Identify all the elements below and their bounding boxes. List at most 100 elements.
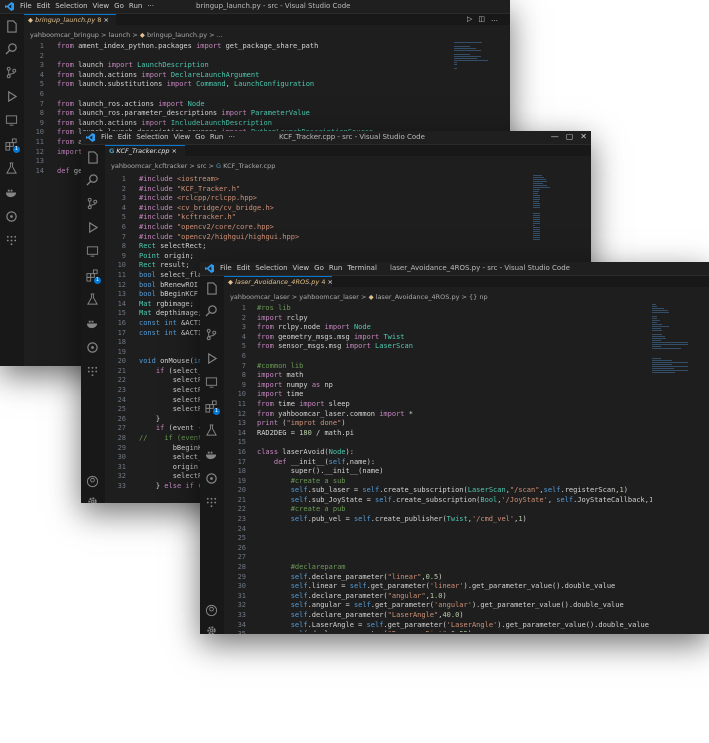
problems-count: 4 xyxy=(321,278,326,286)
search-icon[interactable] xyxy=(205,304,218,317)
breadcrumb-item[interactable]: launch xyxy=(109,31,131,39)
minimap-line xyxy=(652,372,675,373)
account-icon[interactable] xyxy=(86,475,99,488)
docker-icon[interactable] xyxy=(205,448,218,461)
menu-view[interactable]: View xyxy=(293,264,310,272)
menu-view[interactable]: View xyxy=(174,133,191,141)
remote-explorer-icon[interactable] xyxy=(5,114,18,127)
menu-selection[interactable]: Selection xyxy=(255,264,287,272)
vscode-window-laser-avoidance[interactable]: File Edit Selection View Go Run Terminal… xyxy=(200,262,709,634)
ros-icon[interactable] xyxy=(5,210,18,223)
testing-icon[interactable] xyxy=(205,424,218,437)
tab-laser-avoidance[interactable]: ◆ laser_Avoidance_4ROS.py 4 × xyxy=(224,276,333,287)
menu-file[interactable]: File xyxy=(20,2,32,10)
breadcrumb-item[interactable]: yahboomcar_laser xyxy=(299,293,359,301)
menu-run[interactable]: Run xyxy=(129,2,142,10)
close-window-icon[interactable]: ✕ xyxy=(580,132,587,141)
menu-selection[interactable]: Selection xyxy=(55,2,87,10)
docker-icon[interactable] xyxy=(86,317,99,330)
remote-explorer-icon[interactable] xyxy=(205,376,218,389)
tab-bringup-launch[interactable]: ◆ bringup_launch.py 8 × xyxy=(24,14,116,25)
extensions-badge: 1 xyxy=(13,146,20,153)
minimize-icon[interactable]: — xyxy=(551,132,559,141)
minimap-line xyxy=(533,223,541,224)
more-actions-icon[interactable]: … xyxy=(491,15,504,23)
minimap-line xyxy=(533,217,541,218)
close-icon[interactable]: × xyxy=(172,147,177,155)
tab-kcf-tracker[interactable]: G KCF_Tracker.cpp × xyxy=(105,145,185,156)
menu-selection[interactable]: Selection xyxy=(136,133,168,141)
minimap-line xyxy=(652,312,669,313)
menu-view[interactable]: View xyxy=(93,2,110,10)
minimap-line xyxy=(533,231,541,232)
explorer-icon[interactable] xyxy=(205,282,218,295)
run-icon[interactable]: ▷ xyxy=(467,15,478,23)
source-control-icon[interactable] xyxy=(5,66,18,79)
search-icon[interactable] xyxy=(86,173,99,186)
search-icon[interactable] xyxy=(5,42,18,55)
run-debug-icon[interactable] xyxy=(86,221,99,234)
settings-gear-icon[interactable] xyxy=(205,624,218,634)
explorer-icon[interactable] xyxy=(86,151,99,164)
menu-edit[interactable]: Edit xyxy=(118,133,132,141)
python-file-icon: ◆ xyxy=(368,293,374,301)
minimap[interactable] xyxy=(652,304,690,376)
code-editor[interactable]: #ros lib import rclpy from rclpy.node im… xyxy=(257,304,652,632)
minimap-line xyxy=(533,215,541,216)
menu-edit[interactable]: Edit xyxy=(37,2,51,10)
menu-go[interactable]: Go xyxy=(195,133,205,141)
tab-bar: G KCF_Tracker.cpp × xyxy=(105,145,591,156)
minimap[interactable] xyxy=(533,175,571,241)
breadcrumb-item[interactable]: bringup_launch.py xyxy=(147,31,207,39)
minimap-line xyxy=(533,197,541,198)
menu-file[interactable]: File xyxy=(220,264,232,272)
close-icon[interactable]: × xyxy=(103,16,108,24)
network-icon[interactable] xyxy=(205,496,218,509)
ros-icon[interactable] xyxy=(205,472,218,485)
split-editor-icon[interactable]: ◫ xyxy=(478,15,491,23)
minimap-line xyxy=(652,334,663,335)
remote-explorer-icon[interactable] xyxy=(86,245,99,258)
breadcrumb-item[interactable]: yahboomcar_bringup xyxy=(30,31,99,39)
tab-label: KCF_Tracker.cpp xyxy=(116,147,170,155)
docker-icon[interactable] xyxy=(5,186,18,199)
menu-more-icon[interactable]: ··· xyxy=(147,2,154,10)
testing-icon[interactable] xyxy=(86,293,99,306)
ros-icon[interactable] xyxy=(86,341,99,354)
account-icon[interactable] xyxy=(205,604,218,617)
explorer-icon[interactable] xyxy=(5,20,18,33)
minimap-line xyxy=(533,177,544,178)
menu-run[interactable]: Run xyxy=(210,133,223,141)
run-debug-icon[interactable] xyxy=(5,90,18,103)
breadcrumb-item[interactable]: ... xyxy=(217,31,223,39)
close-icon[interactable]: × xyxy=(328,278,333,286)
breadcrumb-item[interactable]: src xyxy=(197,162,207,170)
breadcrumb-item[interactable]: yahboomcar_laser xyxy=(230,293,290,301)
run-debug-icon[interactable] xyxy=(205,352,218,365)
maximize-icon[interactable]: ▢ xyxy=(566,132,574,141)
extensions-badge: 1 xyxy=(213,408,220,415)
breadcrumb-item[interactable]: {} np xyxy=(469,293,488,301)
menu-go[interactable]: Go xyxy=(114,2,124,10)
menu-more-icon[interactable]: ··· xyxy=(228,133,235,141)
breadcrumb-item[interactable]: laser_Avoidance_4ROS.py xyxy=(376,293,460,301)
source-control-icon[interactable] xyxy=(205,328,218,341)
source-control-icon[interactable] xyxy=(86,197,99,210)
minimap-line xyxy=(652,338,666,339)
breadcrumb-item[interactable]: KCF_Tracker.cpp xyxy=(223,162,275,170)
menu-run[interactable]: Run xyxy=(329,264,342,272)
menu-edit[interactable]: Edit xyxy=(237,264,251,272)
window-title: laser_Avoidance_4ROS.py - src - Visual S… xyxy=(390,264,570,272)
network-icon[interactable] xyxy=(86,365,99,378)
vscode-logo-icon xyxy=(5,2,14,11)
testing-icon[interactable] xyxy=(5,162,18,175)
minimap-line xyxy=(533,185,548,186)
menu-terminal[interactable]: Terminal xyxy=(347,264,377,272)
network-icon[interactable] xyxy=(5,234,18,247)
python-file-icon: ◆ xyxy=(139,31,145,39)
menu-go[interactable]: Go xyxy=(314,264,324,272)
menu-file[interactable]: File xyxy=(101,133,113,141)
minimap[interactable] xyxy=(454,42,492,70)
breadcrumb-item[interactable]: yahboomcar_kcftracker xyxy=(111,162,187,170)
settings-gear-icon[interactable] xyxy=(86,495,99,503)
